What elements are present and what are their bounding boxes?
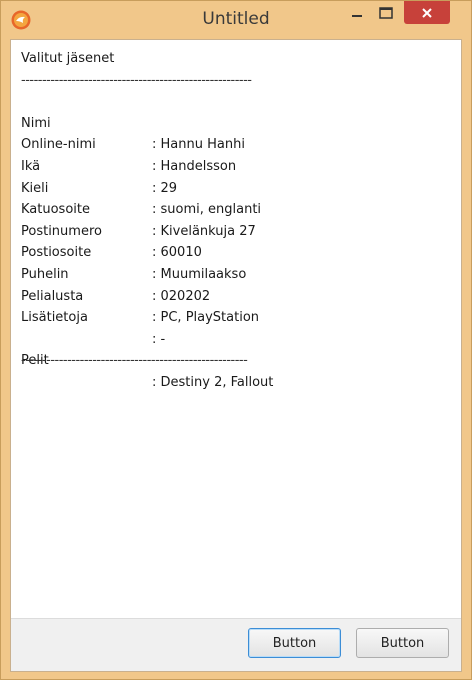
minimize-icon bbox=[352, 15, 362, 17]
maximize-button[interactable] bbox=[373, 1, 399, 25]
field-value: : Destiny 2, Fallout bbox=[152, 374, 274, 390]
field-row-online-nimi: Online-nimi : Handelsson bbox=[21, 113, 252, 174]
field-row-postiosoite: Postiosoite : Muumilaakso bbox=[21, 221, 252, 282]
field-row-puhelin: Puhelin : 020202 bbox=[21, 242, 252, 304]
client-area: Valitut jäsenet ------------------------… bbox=[10, 39, 462, 672]
close-icon bbox=[422, 7, 432, 18]
member-details: Valitut jäsenet ------------------------… bbox=[21, 48, 273, 390]
window-title: Untitled bbox=[202, 9, 270, 29]
maximize-icon bbox=[379, 7, 393, 19]
title-bar[interactable]: Untitled bbox=[1, 1, 471, 39]
field-row-lisatietoja: Lisätietoja : - bbox=[21, 286, 252, 347]
field-row-katuosoite: Katuosoite : Kivelänkuja 27 bbox=[21, 178, 256, 239]
field-row-ika: Ikä : 29 bbox=[21, 134, 252, 196]
field-row-kieli: Kieli : suomi, englanti bbox=[21, 156, 261, 218]
app-window: Untitled Valitut jäsenet ---------------… bbox=[0, 0, 472, 680]
secondary-button[interactable]: Button bbox=[356, 628, 449, 658]
close-button[interactable] bbox=[404, 1, 450, 24]
field-row-postinumero: Postinumero : 60010 bbox=[21, 199, 252, 261]
primary-button[interactable]: Button bbox=[248, 628, 341, 658]
field-row-pelialusta: Pelialusta : PC, PlayStation bbox=[21, 264, 259, 326]
field-row-pelit: Pelit : Destiny 2, Fallout bbox=[21, 329, 273, 390]
button-bar: Button Button bbox=[11, 618, 461, 671]
details-heading: Valitut jäsenet bbox=[21, 51, 115, 66]
divider-top: ----------------------------------------… bbox=[21, 72, 252, 88]
minimize-button[interactable] bbox=[345, 1, 369, 25]
field-row-nimi: Nimi : Hannu Hanhi bbox=[21, 91, 252, 153]
divider-bottom: ----------------------------------------… bbox=[21, 353, 248, 369]
